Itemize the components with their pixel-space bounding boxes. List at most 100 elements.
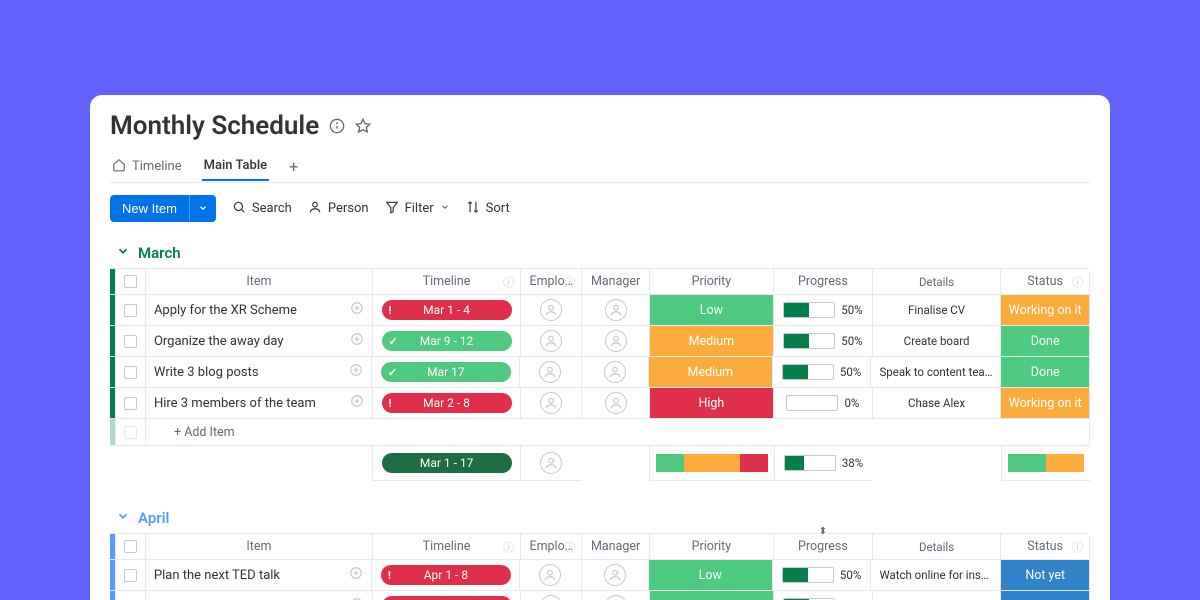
col-timeline[interactable]: Timelineⓘ (372, 269, 520, 294)
add-subitem-icon[interactable] (350, 394, 364, 412)
col-priority[interactable]: Priority (649, 269, 773, 294)
group-header-march[interactable]: March (116, 244, 1090, 262)
timeline-cell[interactable]: !Apr 1 - 8 (371, 560, 519, 590)
col-item[interactable]: Item (145, 534, 372, 559)
new-item-dropdown[interactable] (189, 195, 216, 222)
group-header-april[interactable]: April (116, 509, 1090, 527)
priority-cell[interactable]: Medium (648, 357, 772, 387)
employee-cell[interactable] (519, 560, 580, 590)
progress-cell[interactable]: 50% (772, 560, 871, 590)
col-manager[interactable]: Manager (581, 534, 648, 559)
item-cell[interactable]: Plan the next TED talk (145, 560, 372, 590)
add-subitem-icon[interactable] (349, 566, 363, 584)
row-checkbox[interactable] (115, 591, 145, 600)
employee-cell[interactable] (520, 388, 581, 418)
details-cell[interactable]: Find login details (872, 591, 1000, 600)
progress-cell[interactable]: 0% (773, 388, 872, 418)
row-checkbox[interactable] (115, 357, 145, 387)
row-checkbox[interactable] (115, 295, 145, 325)
manager-cell[interactable] (581, 560, 648, 590)
row-checkbox[interactable] (115, 560, 145, 590)
add-subitem-icon[interactable] (350, 301, 364, 319)
timeline-cell[interactable]: !Mar 2 - 8 (372, 388, 520, 418)
manager-cell[interactable] (581, 326, 648, 356)
col-status[interactable]: Statusⓘ (1000, 269, 1089, 294)
item-cell[interactable]: Hire 3 members of the team (145, 388, 372, 418)
avatar-icon (605, 392, 627, 414)
item-cell[interactable]: Organize the away day (145, 326, 372, 356)
timeline-cell[interactable]: !Mar 1 - 4 (372, 295, 520, 325)
sort-button[interactable]: Sort (466, 200, 510, 218)
table-row[interactable]: Book off annual leave !Apr 4 - 8 Low 50%… (110, 591, 1089, 600)
priority-cell[interactable]: Medium (649, 326, 773, 356)
priority-cell[interactable]: Low (648, 560, 772, 590)
status-cell[interactable]: Working on it (1000, 388, 1089, 418)
info-icon[interactable] (329, 118, 345, 134)
table-row[interactable]: Hire 3 members of the team !Mar 2 - 8 Hi… (110, 388, 1089, 419)
details-cell[interactable]: Finalise CV (872, 295, 1000, 325)
table-row[interactable]: Write 3 blog posts ✓Mar 17 Medium 50% Sp… (110, 357, 1089, 388)
col-item[interactable]: Item (145, 269, 372, 294)
col-details[interactable]: Details (872, 269, 1000, 294)
timeline-cell[interactable]: ✓Mar 9 - 12 (372, 326, 520, 356)
status-cell[interactable]: Done (1000, 357, 1089, 387)
priority-cell[interactable]: High (649, 388, 773, 418)
add-subitem-icon[interactable] (350, 332, 364, 350)
col-manager[interactable]: Manager (581, 269, 648, 294)
add-item-row[interactable]: + Add Item (110, 419, 1089, 445)
manager-cell[interactable] (581, 357, 648, 387)
row-checkbox[interactable] (115, 388, 145, 418)
col-employee[interactable]: Emplo…ⓘ (520, 269, 581, 294)
status-cell[interactable]: Not yet (1000, 591, 1089, 600)
timeline-cell[interactable]: ✓Mar 17 (371, 357, 519, 387)
progress-cell[interactable]: 50% (773, 326, 872, 356)
star-icon[interactable] (355, 118, 371, 134)
add-subitem-icon[interactable] (349, 363, 363, 381)
person-button[interactable]: Person (308, 200, 369, 218)
status-cell[interactable]: Not yet (1000, 560, 1089, 590)
col-details[interactable]: Details (872, 534, 1000, 559)
col-progress[interactable]: ⬍Progress (773, 534, 872, 559)
progress-cell[interactable]: 50% (772, 357, 871, 387)
details-cell[interactable]: Create board (872, 326, 1000, 356)
item-cell[interactable]: Write 3 blog posts (145, 357, 372, 387)
filter-button[interactable]: Filter (385, 200, 450, 218)
search-button[interactable]: Search (232, 200, 292, 218)
status-cell[interactable]: Working on it (1000, 295, 1089, 325)
checkbox-header[interactable] (115, 534, 145, 559)
row-checkbox[interactable] (115, 326, 145, 356)
tab-timeline[interactable]: Timeline (110, 152, 184, 182)
table-row[interactable]: Apply for the XR Scheme !Mar 1 - 4 Low 5… (110, 295, 1089, 326)
details-cell[interactable]: Watch online for inspiration (870, 560, 1000, 590)
col-employee[interactable]: Emplo…ⓘ (520, 534, 581, 559)
employee-cell[interactable] (519, 357, 580, 387)
priority-cell[interactable]: Low (649, 591, 773, 600)
details-cell[interactable]: Chase Alex (872, 388, 1000, 418)
employee-cell[interactable] (520, 295, 581, 325)
table-row[interactable]: Plan the next TED talk !Apr 1 - 8 Low 50… (110, 560, 1089, 591)
new-item-button[interactable]: New Item (110, 195, 189, 222)
col-status[interactable]: Statusⓘ (1000, 534, 1089, 559)
item-cell[interactable]: Apply for the XR Scheme (145, 295, 372, 325)
progress-cell[interactable]: 50% (773, 591, 872, 600)
status-cell[interactable]: Done (1000, 326, 1089, 356)
manager-cell[interactable] (581, 591, 648, 600)
item-cell[interactable]: Book off annual leave (145, 591, 372, 600)
details-cell[interactable]: Speak to content team (870, 357, 1000, 387)
checkbox-header[interactable] (115, 269, 145, 294)
timeline-cell[interactable]: !Apr 4 - 8 (372, 591, 520, 600)
manager-cell[interactable] (581, 295, 648, 325)
tab-add[interactable]: + (287, 151, 300, 182)
table-row[interactable]: Organize the away day ✓Mar 9 - 12 Medium… (110, 326, 1089, 357)
employee-cell[interactable] (520, 326, 581, 356)
avatar-icon (605, 595, 627, 600)
employee-cell[interactable] (520, 591, 581, 600)
tab-main-table[interactable]: Main Table (202, 152, 270, 181)
col-priority[interactable]: Priority (649, 534, 773, 559)
col-timeline[interactable]: Timelineⓘ (372, 534, 520, 559)
drag-indicator-icon[interactable]: ⬍ (819, 526, 827, 537)
priority-cell[interactable]: Low (649, 295, 773, 325)
progress-cell[interactable]: 50% (773, 295, 872, 325)
col-progress[interactable]: Progress (773, 269, 872, 294)
manager-cell[interactable] (581, 388, 648, 418)
